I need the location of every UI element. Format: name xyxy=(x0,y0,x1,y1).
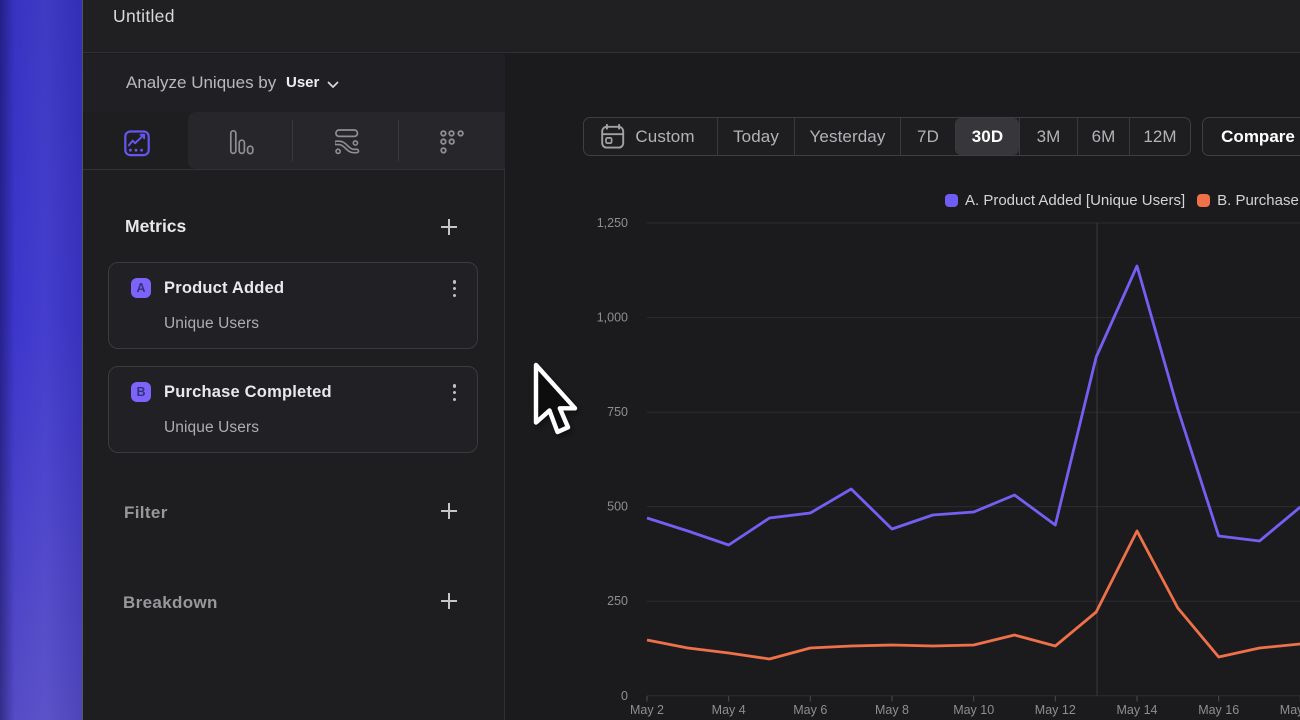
svg-text:May 4: May 4 xyxy=(712,703,746,717)
svg-text:May 12: May 12 xyxy=(1035,703,1076,717)
svg-text:May 18: May 18 xyxy=(1280,703,1300,717)
svg-text:1,000: 1,000 xyxy=(597,311,628,325)
svg-text:May 8: May 8 xyxy=(875,703,909,717)
svg-text:May 10: May 10 xyxy=(953,703,994,717)
svg-text:500: 500 xyxy=(607,500,628,514)
svg-text:May 2: May 2 xyxy=(630,703,664,717)
svg-text:250: 250 xyxy=(607,594,628,608)
svg-text:1,250: 1,250 xyxy=(597,216,628,230)
svg-text:0: 0 xyxy=(621,689,628,703)
svg-text:May 14: May 14 xyxy=(1117,703,1158,717)
svg-text:May 6: May 6 xyxy=(793,703,827,717)
svg-text:May 16: May 16 xyxy=(1198,703,1239,717)
svg-text:750: 750 xyxy=(607,405,628,419)
